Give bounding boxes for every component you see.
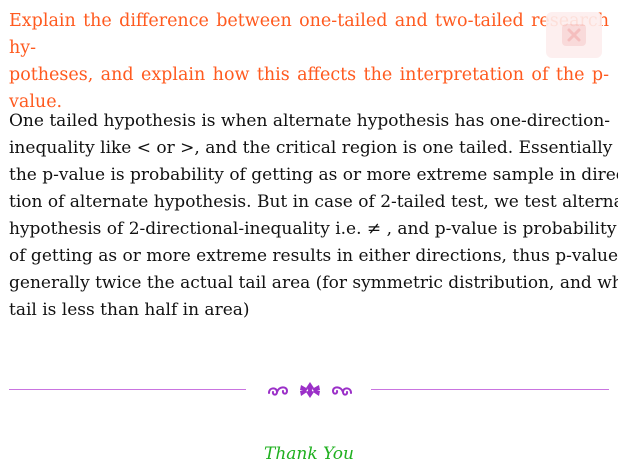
answer-line: tion of alternate hypothesis. But in cas… <box>9 192 618 212</box>
section-divider <box>9 381 609 399</box>
answer-line: the p-value is probability of getting as… <box>9 165 618 185</box>
watermark-badge <box>546 12 602 58</box>
question-line: Explain the difference between one-taile… <box>9 11 609 58</box>
answer-line: generally twice the actual tail area (fo… <box>9 273 618 293</box>
thank-you-text: Thank You <box>263 444 354 464</box>
answer-text: One tailed hypothesis is when alternate … <box>9 108 618 324</box>
answer-line: inequality like < or >, and the critical… <box>9 138 613 158</box>
answer-line: One tailed hypothesis is when alternate … <box>9 111 611 131</box>
answer-line: of getting as or more extreme results in… <box>9 246 618 266</box>
answer-line: tail is less than half in area) <box>9 300 250 320</box>
divider-rule-left <box>9 389 246 390</box>
question-text: Explain the difference between one-taile… <box>9 8 609 116</box>
watermark-badge-icon <box>562 24 586 46</box>
divider-rule-right <box>371 389 609 390</box>
answer-line: hypothesis of 2-directional-inequality i… <box>9 219 617 239</box>
floral-ornament-icon <box>268 382 352 398</box>
